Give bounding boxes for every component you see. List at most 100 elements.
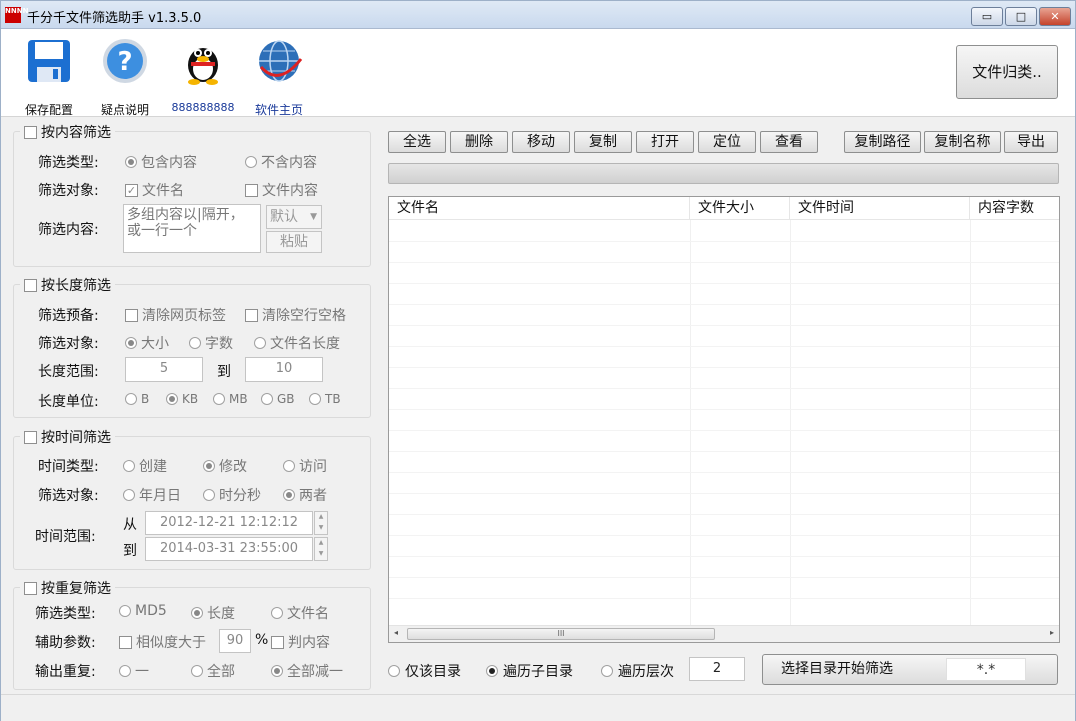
grid-line [389, 262, 1059, 263]
radio-output-all[interactable]: 全部 [191, 661, 235, 681]
radio-this-dir[interactable]: 仅该目录 [388, 661, 461, 681]
radio-md5[interactable]: MD5 [119, 603, 167, 619]
scroll-thumb[interactable]: III [407, 628, 715, 640]
export-button[interactable]: 导出 [1004, 131, 1058, 153]
field-label: 辅助参数: [35, 635, 96, 651]
group-title: 按长度筛选 [41, 278, 111, 294]
radio-created[interactable]: 创建 [123, 456, 167, 476]
table-header: 文件名 文件大小 文件时间 内容字数 [389, 197, 1059, 220]
start-filter-label: 选择目录开始筛选 [781, 661, 893, 677]
delete-button[interactable]: 删除 [450, 131, 508, 153]
app-icon: NNNN [5, 7, 28, 23]
time-from-spinner[interactable]: ▲ ▼ [314, 511, 328, 535]
radio-output-all-minus-one[interactable]: 全部减一 [271, 661, 343, 681]
length-filter-toggle[interactable]: 按长度筛选 [20, 275, 115, 295]
radio-both[interactable]: 两者 [283, 485, 327, 505]
column-filesize[interactable]: 文件大小 [690, 197, 790, 220]
homepage-link[interactable]: 软件主页 [239, 37, 319, 118]
time-filter-toggle[interactable]: 按时间筛选 [20, 427, 115, 447]
length-to-input[interactable]: 10 [245, 357, 323, 382]
copy-button[interactable]: 复制 [574, 131, 632, 153]
help-button[interactable]: ? 疑点说明 [85, 37, 165, 118]
radio-time[interactable]: 时分秒 [203, 485, 261, 505]
column-divider [690, 220, 691, 625]
time-to-input[interactable]: 2014-03-31 23:55:00 [145, 537, 313, 561]
select-all-button[interactable]: 全选 [388, 131, 446, 153]
radio-unit-gb[interactable]: GB [261, 392, 295, 406]
mode-select[interactable]: 默认 ▼ [266, 205, 322, 229]
checkbox-strip-html[interactable]: 清除网页标签 [125, 305, 226, 325]
field-label: 输出重复: [35, 664, 96, 680]
time-to-spinner[interactable]: ▲ ▼ [314, 537, 328, 561]
radio-dup-name[interactable]: 文件名 [271, 603, 329, 623]
file-sort-button[interactable]: 文件归类.. [956, 45, 1058, 99]
checkbox[interactable] [24, 278, 37, 292]
checkbox-filename[interactable]: 文件名 [125, 180, 184, 200]
radio-output-one[interactable]: 一 [119, 661, 149, 681]
radio-modified[interactable]: 修改 [203, 456, 247, 476]
checkbox-judge-content[interactable]: 判内容 [271, 632, 330, 652]
save-config-button[interactable]: 保存配置 [9, 37, 89, 118]
radio-recursive[interactable]: 遍历子目录 [486, 661, 573, 681]
move-button[interactable]: 移动 [512, 131, 570, 153]
radio-exclude[interactable]: 不含内容 [245, 152, 317, 172]
column-filename[interactable]: 文件名 [389, 197, 690, 220]
radio-unit-tb[interactable]: TB [309, 392, 341, 406]
view-button[interactable]: 查看 [760, 131, 818, 153]
similarity-input[interactable]: 90 [219, 629, 251, 653]
radio-date[interactable]: 年月日 [123, 485, 181, 505]
field-label: 时间范围: [35, 529, 96, 545]
open-button[interactable]: 打开 [636, 131, 694, 153]
close-button[interactable]: ✕ [1039, 7, 1071, 26]
length-from-input[interactable]: 5 [125, 357, 203, 382]
radio-unit-b[interactable]: B [125, 392, 149, 406]
minimize-button[interactable]: ▭ [971, 7, 1003, 26]
copy-name-button[interactable]: 复制名称 [924, 131, 1001, 153]
maximize-button[interactable]: □ [1005, 7, 1037, 26]
help-icon: ? [103, 39, 147, 83]
checkbox-filecontent[interactable]: 文件内容 [245, 180, 318, 200]
field-label: 时间类型: [38, 459, 99, 475]
checkbox-similarity[interactable]: 相似度大于 [119, 632, 206, 652]
app-window: NNNN 千分千文件筛选助手 v1.3.5.0 ▭ □ ✕ 保存配置 ? 疑点说… [0, 0, 1076, 721]
checkbox[interactable] [24, 125, 37, 139]
paste-button[interactable]: 粘贴 [266, 231, 322, 253]
range-to-label: 到 [217, 364, 231, 380]
radio-dup-length[interactable]: 长度 [191, 603, 235, 623]
horizontal-scrollbar[interactable]: ◂ III ▸ [389, 625, 1059, 642]
content-filter-toggle[interactable]: 按内容筛选 [20, 122, 115, 142]
globe-icon [259, 40, 303, 82]
radio-wordcount[interactable]: 字数 [189, 333, 233, 353]
radio-depth[interactable]: 遍历层次 [601, 661, 674, 681]
scroll-right-icon[interactable]: ▸ [1050, 628, 1054, 637]
checkbox[interactable] [24, 581, 37, 595]
radio-namelength[interactable]: 文件名长度 [254, 333, 340, 353]
grid-line [389, 451, 1059, 452]
radio-include[interactable]: 包含内容 [125, 152, 197, 172]
group-title: 按时间筛选 [41, 430, 111, 446]
column-filetime[interactable]: 文件时间 [790, 197, 970, 220]
content-textarea[interactable]: 多组内容以|隔开，或一行一个 [123, 204, 261, 253]
grid-line [389, 409, 1059, 410]
checkbox-strip-blank[interactable]: 清除空行空格 [245, 305, 346, 325]
copy-path-button[interactable]: 复制路径 [844, 131, 921, 153]
radio-unit-mb[interactable]: MB [213, 392, 248, 406]
checkbox[interactable] [24, 430, 37, 444]
radio-accessed[interactable]: 访问 [283, 456, 327, 476]
locate-button[interactable]: 定位 [698, 131, 756, 153]
radio-size[interactable]: 大小 [125, 333, 169, 353]
depth-input[interactable]: 2 [689, 657, 745, 681]
time-from-input[interactable]: 2012-12-21 12:12:12 [145, 511, 313, 535]
start-filter-button[interactable]: 选择目录开始筛选 *.* [762, 654, 1058, 685]
qq-contact-link[interactable]: 888888888 [163, 37, 243, 114]
floppy-disk-icon [28, 40, 70, 82]
radio-unit-kb[interactable]: KB [166, 392, 198, 406]
dup-filter-toggle[interactable]: 按重复筛选 [20, 578, 115, 598]
file-list[interactable]: 文件名 文件大小 文件时间 内容字数 ◂ III ▸ [388, 196, 1060, 643]
scroll-left-icon[interactable]: ◂ [394, 628, 398, 637]
file-pattern-input[interactable]: *.* [946, 658, 1026, 681]
grid-line [389, 304, 1059, 305]
toolbar-label: 软件主页 [254, 103, 303, 117]
column-wordcount[interactable]: 内容字数 [970, 197, 1059, 220]
title-bar: NNNN 千分千文件筛选助手 v1.3.5.0 ▭ □ ✕ [1, 1, 1075, 29]
